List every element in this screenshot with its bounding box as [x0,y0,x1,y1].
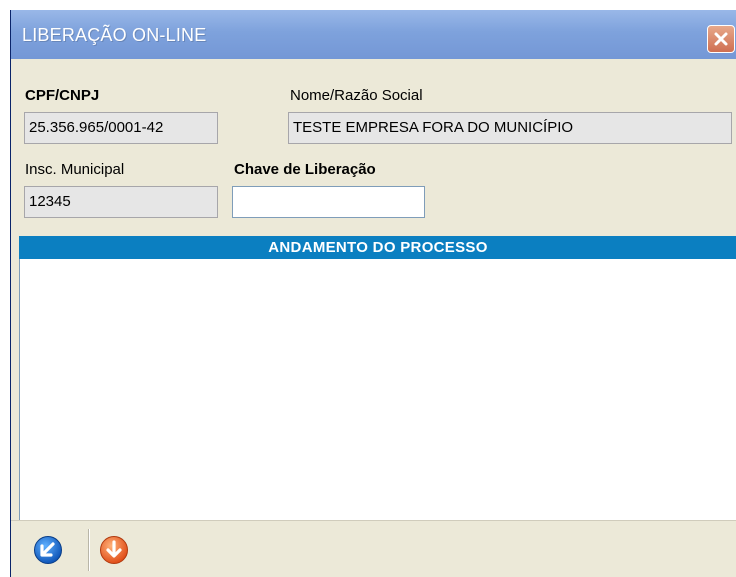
insc-municipal-field[interactable]: 12345 [24,186,218,218]
cpf-field[interactable]: 25.356.965/0001-42 [24,112,218,144]
arrow-down-left-icon [34,536,62,564]
insc-municipal-label: Insc. Municipal [25,161,125,178]
arrow-down-icon [100,536,128,564]
back-button[interactable] [33,535,63,565]
andamento-header: ANDAMENTO DO PROCESSO [19,236,736,259]
nome-label: Nome/Razão Social [290,87,423,104]
title-bar[interactable]: LIBERAÇÃO ON-LINE [11,10,736,59]
andamento-panel [19,259,736,520]
liberacao-window: LIBERAÇÃO ON-LINE CPF/CNPJ 25.356.965/00… [10,10,736,577]
nome-field[interactable]: TESTE EMPRESA FORA DO MUNICÍPIO [288,112,732,144]
chave-liberacao-input[interactable] [232,186,425,218]
close-button[interactable] [707,25,735,53]
bottom-toolbar [11,520,736,577]
chave-liberacao-label: Chave de Liberação [234,161,376,178]
download-button[interactable] [99,535,129,565]
toolbar-separator [88,529,90,571]
close-icon [714,32,728,46]
cpf-label: CPF/CNPJ [25,87,100,104]
window-title: LIBERAÇÃO ON-LINE [22,25,207,45]
